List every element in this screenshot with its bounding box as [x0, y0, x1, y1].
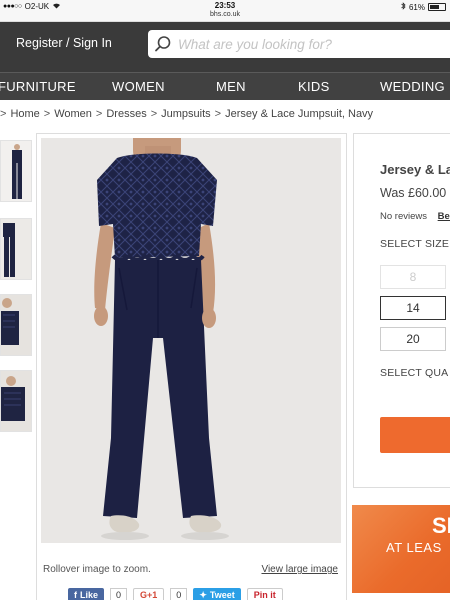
size-option-14[interactable]: 14: [380, 296, 446, 320]
breadcrumb-current: Jersey & Lace Jumpsuit, Navy: [225, 108, 374, 120]
product-title: Jersey & La: [380, 162, 450, 177]
breadcrumb-separator: >: [43, 108, 51, 120]
facebook-like-button[interactable]: f Like: [68, 588, 105, 600]
nav-item-men[interactable]: MEN: [216, 79, 246, 94]
battery-fill: [430, 5, 439, 9]
nav-item-women[interactable]: WOMEN: [112, 79, 165, 94]
google-plus-button[interactable]: G+1: [133, 588, 165, 600]
main-nav: FURNITURE WOMEN MEN KIDS WEDDING: [0, 72, 450, 100]
thumbnail-1[interactable]: [0, 140, 32, 202]
search-icon[interactable]: [148, 30, 178, 58]
breadcrumb-separator: >: [0, 108, 7, 120]
site-header: Register / Sign In: [0, 22, 450, 72]
zoom-hint: Rollover image to zoom.: [43, 564, 151, 575]
product-price: Was £60.00 N: [380, 186, 450, 200]
price-was: Was £60.00: [380, 186, 447, 200]
size-option-8[interactable]: 8: [380, 265, 446, 289]
promo-subline: AT LEAS: [386, 540, 442, 555]
twitter-bird-icon: ✦: [199, 589, 207, 600]
facebook-like-label: Like: [80, 590, 99, 600]
size-option-20[interactable]: 20: [380, 327, 446, 351]
bluetooth-icon: [401, 2, 406, 12]
nav-item-kids[interactable]: KIDS: [298, 79, 330, 94]
nav-item-furniture[interactable]: FURNITURE: [0, 79, 76, 94]
thumbnail-3[interactable]: [0, 294, 32, 356]
select-size-label: SELECT SIZE:: [380, 238, 450, 250]
breadcrumb-home[interactable]: Home: [10, 108, 39, 124]
product-image[interactable]: [41, 138, 341, 543]
clock: 23:53: [214, 1, 236, 10]
promo-headline: SI: [432, 513, 450, 538]
status-bar: ●●●○○ O2-UK 23:53 bhs.co.uk 61%: [0, 0, 450, 22]
select-quantity-label: SELECT QUA: [380, 367, 449, 379]
facebook-icon: f: [74, 590, 77, 600]
reviews-count: No reviews: [380, 211, 427, 222]
breadcrumb-dresses[interactable]: Dresses: [106, 108, 146, 124]
social-share-bar: f Like 0 G+1 0 ✦ Tweet Pin it: [68, 588, 283, 600]
battery-status: 61%: [401, 2, 446, 12]
breadcrumb-women[interactable]: Women: [54, 108, 92, 124]
tweet-label: Tweet: [209, 590, 235, 600]
thumbnail-2[interactable]: [0, 218, 32, 280]
add-to-bag-button[interactable]: [380, 417, 450, 453]
search-box[interactable]: [148, 30, 450, 58]
product-info-panel: Jersey & La Was £60.00 N No reviews Be t…: [353, 133, 450, 488]
google-plus-count: 0: [170, 588, 188, 600]
register-sign-in-link[interactable]: Register / Sign In: [16, 36, 112, 50]
status-center: 23:53 bhs.co.uk: [0, 1, 450, 19]
nav-item-wedding[interactable]: WEDDING: [380, 79, 445, 94]
reviews-line: No reviews Be t: [380, 211, 450, 222]
battery-icon: [428, 3, 446, 11]
breadcrumb-separator: >: [95, 108, 103, 120]
view-large-image-link[interactable]: View large image: [261, 564, 338, 575]
main-image-panel: Rollover image to zoom. View large image: [36, 133, 347, 600]
breadcrumb-jumpsuits[interactable]: Jumpsuits: [161, 108, 211, 124]
breadcrumb-separator: >: [214, 108, 222, 120]
page-url[interactable]: bhs.co.uk: [0, 10, 450, 19]
tweet-button[interactable]: ✦ Tweet: [193, 588, 241, 600]
breadcrumb-separator: >: [150, 108, 158, 120]
pin-it-button[interactable]: Pin it: [246, 588, 283, 600]
promo-banner[interactable]: SI AT LEAS: [352, 505, 450, 593]
search-input[interactable]: [178, 36, 448, 52]
breadcrumb: > Home > Women > Dresses > Jumpsuits > J…: [0, 108, 373, 124]
thumbnail-4[interactable]: [0, 370, 32, 432]
write-review-link[interactable]: Be t: [438, 211, 450, 222]
facebook-like-count: 0: [110, 588, 128, 600]
battery-percent: 61%: [408, 2, 425, 12]
